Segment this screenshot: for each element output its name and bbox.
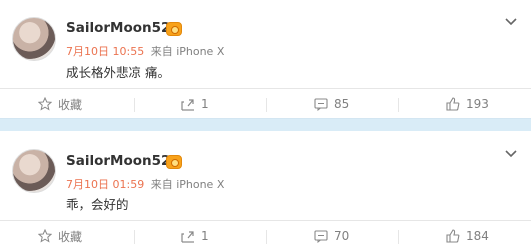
forward-icon [181,231,194,243]
vip-badge-icon[interactable] [166,22,182,36]
action-bar: 收藏 1 70 184 [0,221,531,251]
thumbs-up-icon [446,229,460,243]
favorite-label: 收藏 [58,97,83,112]
post-source: 来自 iPhone X [150,45,225,58]
favorite-button[interactable]: 收藏 [38,89,82,119]
like-count: 193 [466,97,489,111]
username-link[interactable]: SailorMoon523 [66,20,180,36]
separator-line [266,230,267,244]
separator-line [398,230,399,244]
feed-separator [0,118,531,131]
comment-button[interactable]: 85 [314,89,349,119]
post-card: SailorMoon523 7月10日 01:59 来自 iPhone X 乖，… [0,131,531,250]
post-content: 成长格外悲凉 痛。 [66,65,170,80]
post-meta: 7月10日 10:55 来自 iPhone X [66,43,224,59]
comment-icon [314,230,328,243]
star-icon [38,97,52,111]
star-icon [38,229,52,243]
forward-button[interactable]: 1 [181,221,209,251]
avatar[interactable] [12,17,56,61]
favorite-label: 收藏 [58,229,83,244]
thumbs-up-icon [446,97,460,111]
separator-line [134,98,135,112]
username-link[interactable]: SailorMoon523 [66,153,180,169]
chevron-down-icon[interactable] [505,18,517,26]
post-card: SailorMoon523 7月10日 10:55 来自 iPhone X 成长… [0,0,531,118]
separator-line [398,98,399,112]
comment-icon [314,98,328,111]
avatar[interactable] [12,149,56,193]
forward-icon [181,99,194,111]
separator-line [134,230,135,244]
forward-count: 1 [201,97,209,111]
post-time[interactable]: 7月10日 10:55 [66,45,144,58]
forward-button[interactable]: 1 [181,89,209,119]
chevron-down-icon[interactable] [505,150,517,158]
action-bar: 收藏 1 85 193 [0,89,531,119]
post-content: 乖，会好的 [66,197,129,212]
post-meta: 7月10日 01:59 来自 iPhone X [66,176,224,192]
like-button[interactable]: 193 [446,89,489,119]
post-source: 来自 iPhone X [150,178,225,191]
comment-count: 85 [334,97,350,111]
separator-line [266,98,267,112]
forward-count: 1 [201,229,209,243]
comment-count: 70 [334,229,350,243]
favorite-button[interactable]: 收藏 [38,221,82,251]
like-button[interactable]: 184 [446,221,489,251]
post-time[interactable]: 7月10日 01:59 [66,178,144,191]
comment-button[interactable]: 70 [314,221,349,251]
vip-badge-icon[interactable] [166,155,182,169]
like-count: 184 [466,229,489,243]
